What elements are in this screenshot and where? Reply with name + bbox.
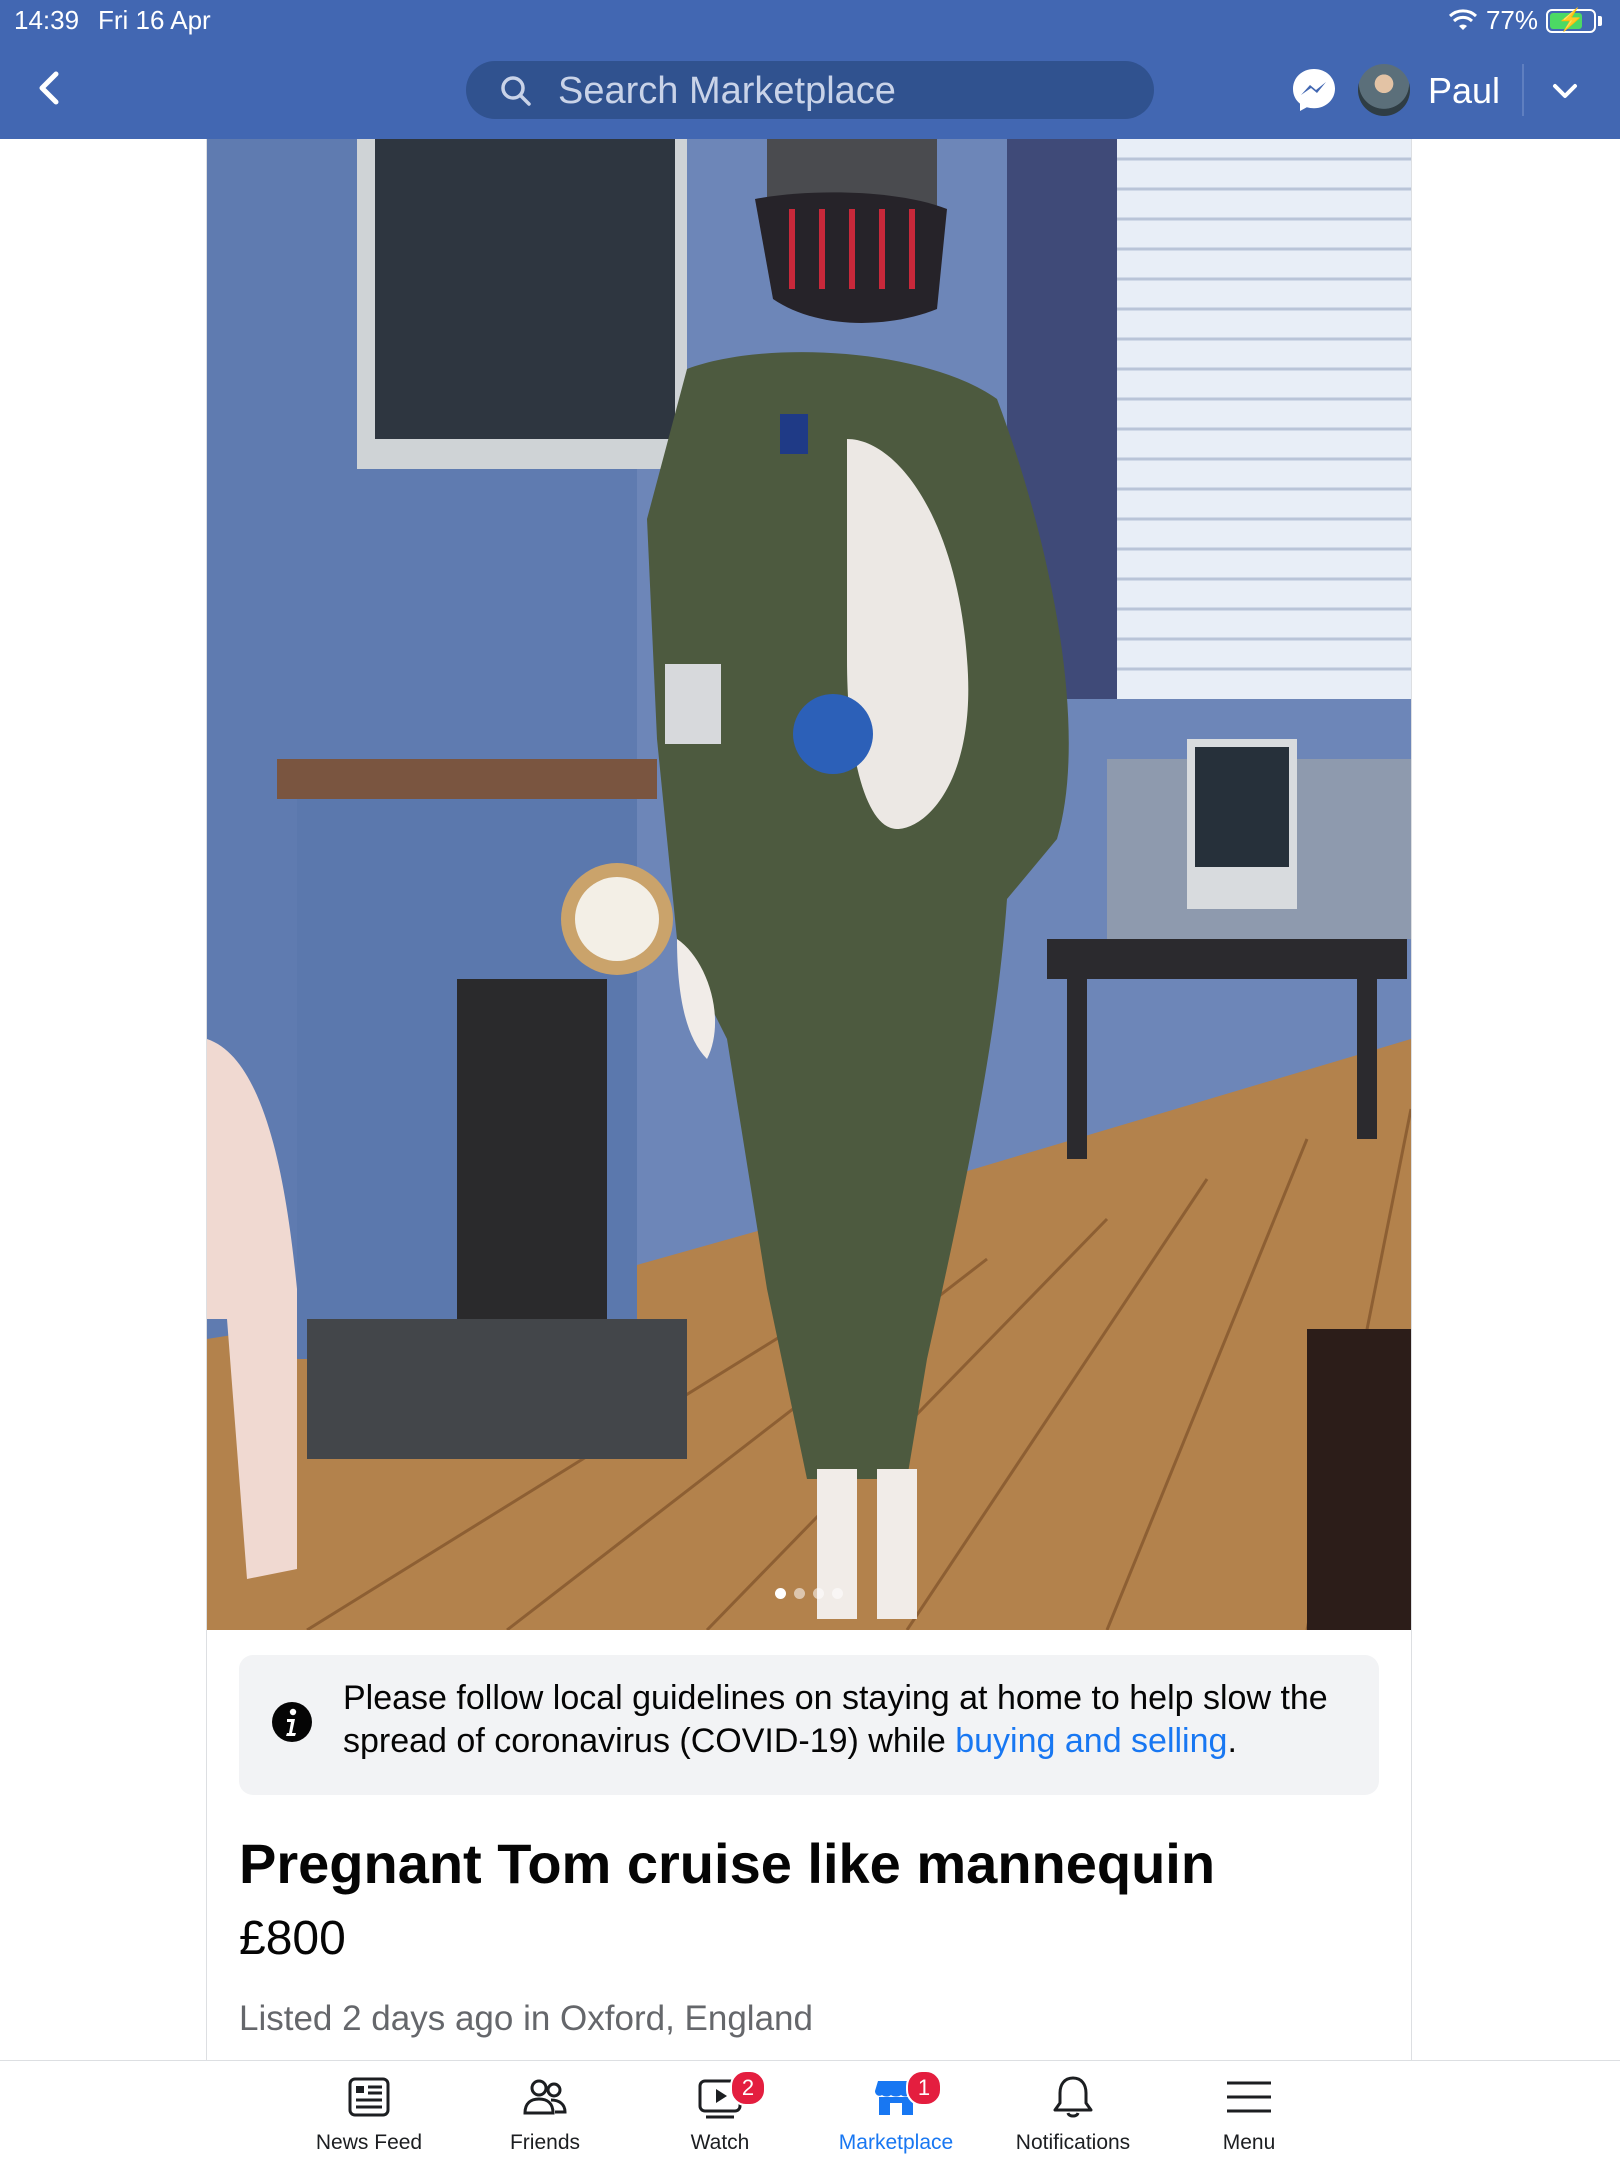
- search-icon: [501, 76, 531, 106]
- status-bar: 14:39 Fri 16 Apr 77% ⚡: [0, 0, 1620, 40]
- bottom-tab-bar: News Feed Friends 2 Watch 1 Marketplace: [0, 2060, 1620, 2161]
- status-time: 14:39: [14, 5, 80, 35]
- photo-dot[interactable]: [832, 1588, 843, 1599]
- photo-dot[interactable]: [813, 1588, 824, 1599]
- tab-watch[interactable]: 2 Watch: [632, 2061, 808, 2161]
- marketplace-badge: 1: [906, 2070, 942, 2106]
- tab-label: Notifications: [1015, 2131, 1131, 2154]
- listing-detail: Please follow local guidelines on stayin…: [206, 139, 1412, 2060]
- status-indicators: 77% ⚡: [1448, 5, 1602, 36]
- friends-icon: [523, 2079, 567, 2115]
- listing-photo[interactable]: [207, 139, 1411, 1630]
- top-navigation-bar: 14:39 Fri 16 Apr 77% ⚡ Paul: [0, 0, 1620, 139]
- user-name[interactable]: Paul: [1428, 70, 1500, 112]
- covid-notice: Please follow local guidelines on stayin…: [239, 1655, 1379, 1795]
- battery-percent: 77%: [1485, 5, 1538, 35]
- tab-label: Friends: [509, 2131, 581, 2154]
- status-date: Fri 16 Apr: [98, 5, 211, 35]
- tab-news-feed[interactable]: News Feed: [281, 2061, 457, 2161]
- photo-dot[interactable]: [775, 1588, 786, 1599]
- listing-meta: Listed 2 days ago in Oxford, England: [239, 1999, 813, 2038]
- tab-label: Marketplace: [838, 2131, 954, 2154]
- chevron-down-icon[interactable]: [1548, 74, 1582, 108]
- photo-pagination: [207, 1586, 1411, 1604]
- tab-label: News Feed: [315, 2131, 423, 2154]
- tab-marketplace[interactable]: 1 Marketplace: [808, 2061, 984, 2161]
- messenger-icon[interactable]: [1290, 66, 1338, 114]
- menu-icon: [1227, 2081, 1271, 2113]
- listing-title: Pregnant Tom cruise like mannequin: [239, 1832, 1216, 1895]
- watch-badge: 2: [730, 2070, 766, 2106]
- tab-label: Watch: [690, 2131, 750, 2154]
- avatar[interactable]: [1358, 64, 1410, 116]
- wifi-icon: [1448, 8, 1477, 30]
- tab-friends[interactable]: Friends: [457, 2061, 633, 2161]
- back-chevron-icon[interactable]: [30, 68, 70, 108]
- notice-trailing: .: [1227, 1722, 1237, 1760]
- search-bar[interactable]: [466, 61, 1154, 121]
- photo-dot[interactable]: [794, 1588, 805, 1599]
- bell-icon: [1053, 2076, 1093, 2118]
- notice-text: Please follow local guidelines on stayin…: [343, 1677, 1353, 1763]
- tab-menu[interactable]: Menu: [1161, 2061, 1337, 2161]
- divider: [1522, 64, 1524, 116]
- listing-price: £800: [239, 1912, 346, 1965]
- search-input[interactable]: [556, 61, 1130, 121]
- news-feed-icon: [348, 2077, 390, 2117]
- tab-label: Menu: [1222, 2131, 1276, 2154]
- info-icon: [272, 1702, 312, 1742]
- buying-and-selling-link[interactable]: buying and selling: [955, 1722, 1227, 1760]
- battery-icon: ⚡: [1546, 7, 1596, 33]
- tab-notifications[interactable]: Notifications: [985, 2061, 1161, 2161]
- listing-photo-illustration: [207, 139, 1411, 1630]
